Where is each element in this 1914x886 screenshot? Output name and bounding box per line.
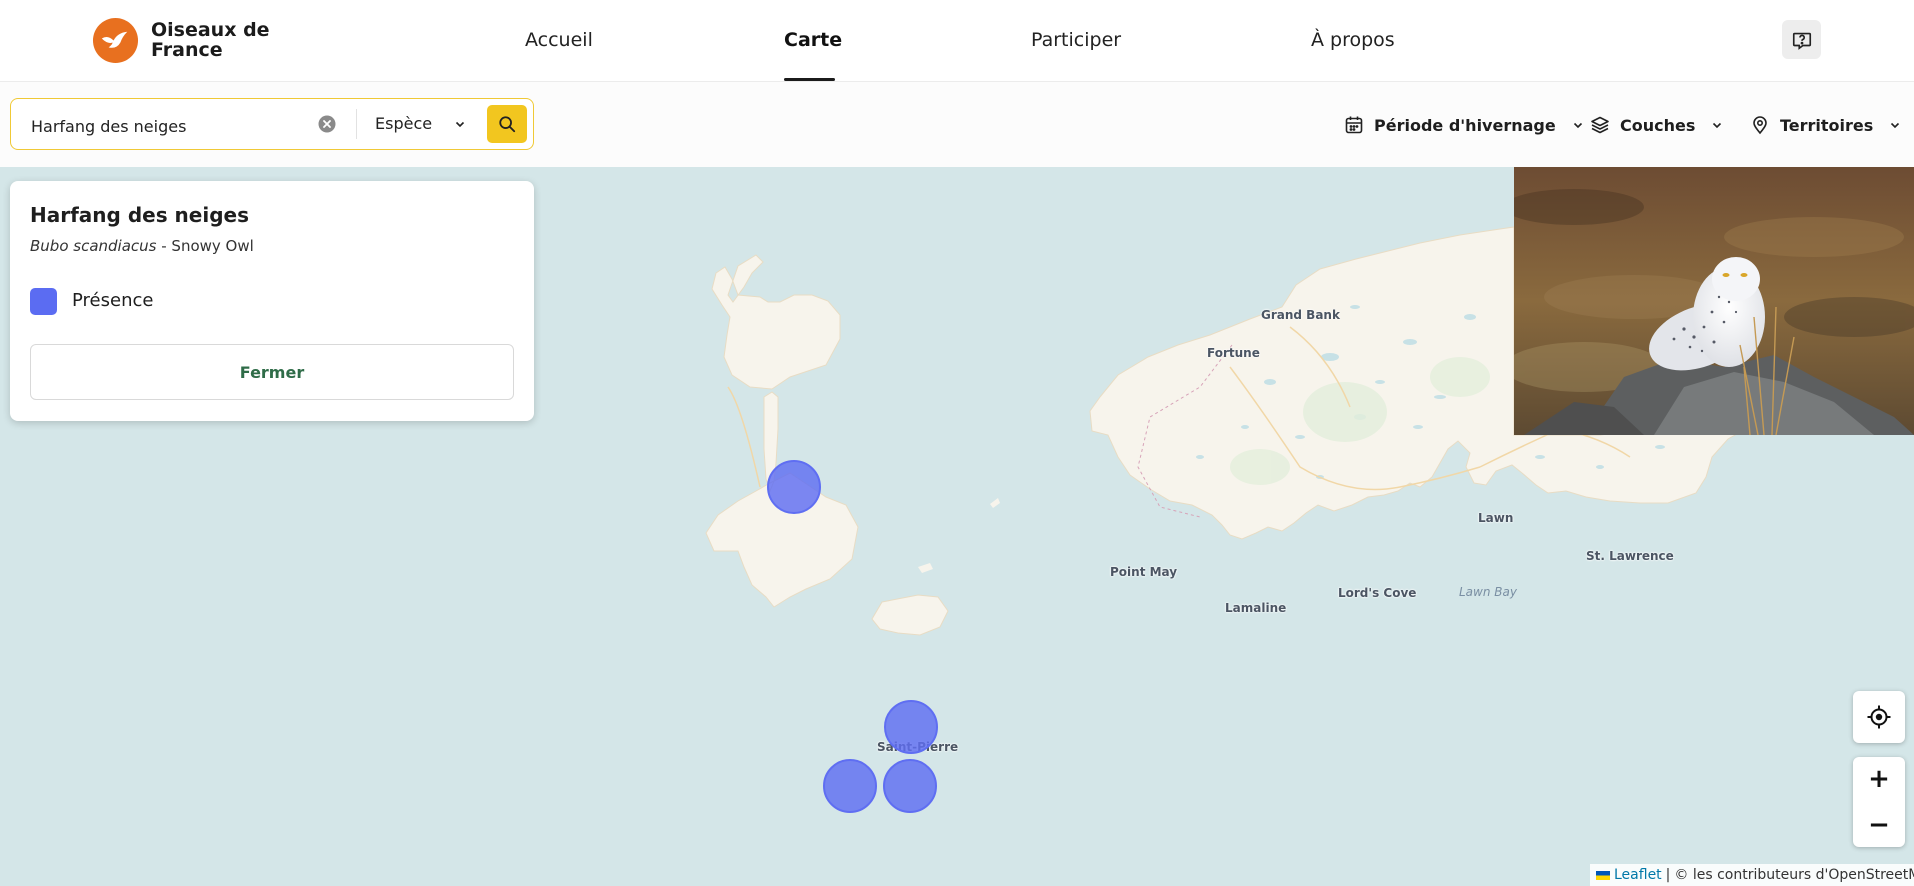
close-card-button[interactable]: Fermer <box>30 344 514 400</box>
zoom-control: + − <box>1853 757 1905 847</box>
period-filter-label: Période d'hivernage <box>1374 115 1556 135</box>
osm-attribution: © les contributeurs d'OpenStreetMap <box>1674 867 1914 883</box>
saint-pierre-island <box>871 594 949 636</box>
layers-icon <box>1591 116 1609 134</box>
search-input[interactable] <box>29 113 313 139</box>
search-divider <box>356 109 357 139</box>
zoom-out-button[interactable]: − <box>1853 803 1905 847</box>
brand-line-2: France <box>151 39 223 61</box>
legend-label: Présence <box>72 290 154 311</box>
presence-marker[interactable] <box>823 759 877 813</box>
chevron-down-icon <box>456 121 465 127</box>
label-point-may: Point May <box>1110 565 1178 579</box>
label-lamaline: Lamaline <box>1225 601 1287 615</box>
label-grand-bank: Grand Bank <box>1261 308 1340 322</box>
clear-search-icon[interactable] <box>317 114 337 134</box>
brand-line-1: Oiseaux de <box>151 19 270 41</box>
territories-filter[interactable]: Territoires <box>1750 112 1901 138</box>
layers-filter-label: Couches <box>1620 115 1696 135</box>
nav-carte[interactable]: Carte <box>784 29 842 51</box>
presence-marker[interactable] <box>767 460 821 514</box>
search-type-label: Espèce <box>375 114 433 133</box>
species-english-name: - Snowy Owl <box>156 237 254 255</box>
help-icon <box>1792 32 1811 50</box>
presence-marker[interactable] <box>883 759 937 813</box>
nav-accueil[interactable]: Accueil <box>525 29 593 51</box>
nav-a-propos[interactable]: À propos <box>1311 29 1395 51</box>
bird-logo-icon[interactable] <box>92 17 139 64</box>
species-search: Espèce <box>10 98 534 150</box>
legend-swatch <box>30 288 57 315</box>
label-st-lawrence: St. Lawrence <box>1586 549 1674 563</box>
calendar-icon <box>1345 116 1363 134</box>
label-fortune: Fortune <box>1207 346 1260 360</box>
label-lawn-bay: Lawn Bay <box>1459 585 1517 599</box>
chevron-down-icon <box>1573 122 1582 129</box>
species-info-card: Harfang des neiges Bubo scandiacus - Sno… <box>10 181 534 421</box>
species-photo <box>1514 167 1914 435</box>
map-attribution: Leaflet | © les contributeurs d'OpenStre… <box>1590 864 1914 886</box>
period-filter[interactable]: Période d'hivernage <box>1344 112 1584 138</box>
territories-filter-label: Territoires <box>1780 115 1874 135</box>
species-subtitle: Bubo scandiacus - Snowy Owl <box>30 237 254 255</box>
nav-participer[interactable]: Participer <box>1031 29 1121 51</box>
location-pin-icon <box>1753 116 1767 135</box>
layers-filter[interactable]: Couches <box>1590 112 1723 138</box>
ukraine-flag-icon <box>1596 870 1610 880</box>
chevron-down-icon <box>1713 122 1722 129</box>
leaflet-link[interactable]: Leaflet <box>1614 867 1662 883</box>
miquelon-island <box>705 254 859 608</box>
active-tab-indicator <box>784 78 835 81</box>
locate-me-button[interactable] <box>1853 691 1905 743</box>
presence-marker[interactable] <box>884 700 938 754</box>
label-lords-cove: Lord's Cove <box>1338 586 1417 600</box>
zoom-in-button[interactable]: + <box>1853 757 1905 801</box>
brand-name[interactable]: Oiseaux de France <box>151 20 270 60</box>
chevron-down-icon <box>1891 122 1900 129</box>
species-latin-name: Bubo scandiacus <box>30 237 157 255</box>
species-title: Harfang des neiges <box>30 203 250 227</box>
attribution-separator: | <box>1665 867 1671 883</box>
crosshair-icon <box>1867 705 1891 729</box>
top-navigation: Oiseaux de France Accueil Carte Particip… <box>0 0 1914 82</box>
help-button[interactable] <box>1782 20 1821 59</box>
search-type-select[interactable]: Espèce <box>375 99 466 148</box>
filter-bar: Espèce Période d'hivernage Couches Terri… <box>0 82 1914 167</box>
label-lawn: Lawn <box>1478 511 1514 525</box>
search-icon <box>499 116 516 133</box>
snowy-owl-photo <box>1514 167 1914 435</box>
search-button[interactable] <box>487 105 527 143</box>
